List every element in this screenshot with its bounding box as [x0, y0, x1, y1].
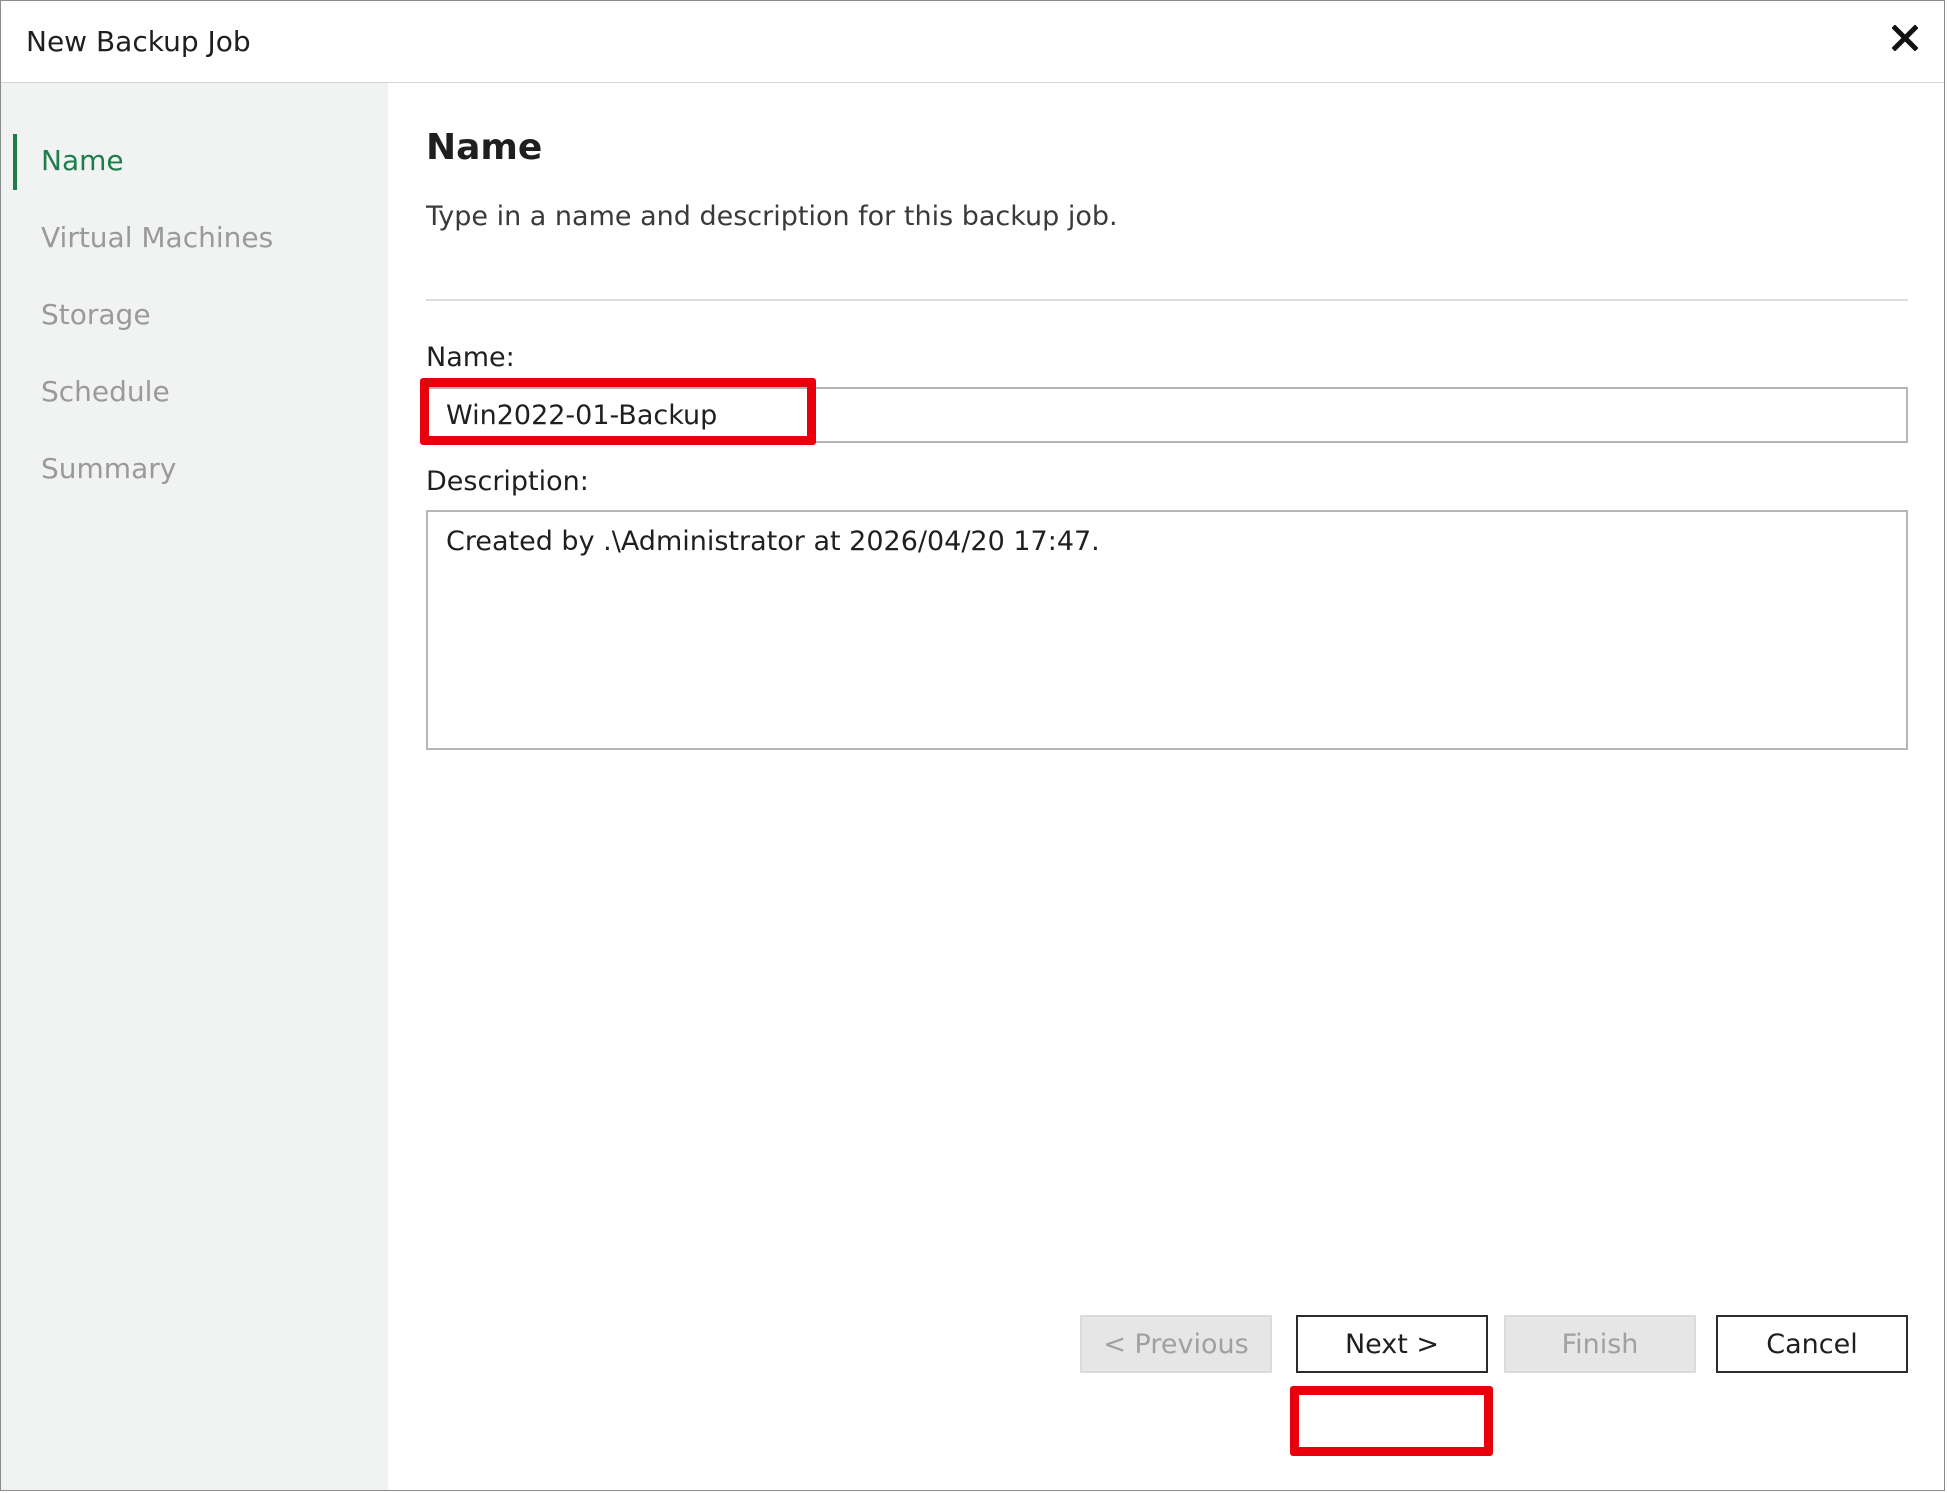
sidebar-item-storage[interactable]: Storage: [13, 288, 383, 346]
page-description: Type in a name and description for this …: [426, 201, 1118, 232]
finish-button[interactable]: Finish: [1504, 1315, 1696, 1373]
sidebar-item-label: Virtual Machines: [41, 221, 274, 254]
previous-button[interactable]: < Previous: [1080, 1315, 1272, 1373]
title-bar: New Backup Job: [1, 1, 1944, 83]
active-step-indicator: [13, 134, 17, 190]
name-input[interactable]: [426, 387, 1908, 443]
name-field-label: Name:: [426, 342, 515, 373]
sidebar-item-summary[interactable]: Summary: [13, 442, 383, 500]
sidebar-item-label: Schedule: [41, 375, 170, 408]
description-field-label: Description:: [426, 466, 589, 497]
close-button[interactable]: [1882, 15, 1928, 61]
close-icon: [1892, 25, 1918, 51]
sidebar-item-name[interactable]: Name: [13, 134, 383, 192]
divider: [426, 299, 1908, 301]
sidebar-item-virtual-machines[interactable]: Virtual Machines: [13, 211, 383, 269]
description-textarea[interactable]: Created by .\Administrator at 2026/04/20…: [426, 510, 1908, 750]
dialog-title: New Backup Job: [26, 25, 251, 58]
sidebar-item-schedule[interactable]: Schedule: [13, 365, 383, 423]
sidebar-item-label: Storage: [41, 298, 151, 331]
next-button[interactable]: Next >: [1296, 1315, 1488, 1373]
main-content: Name Type in a name and description for …: [388, 83, 1944, 1490]
cancel-button[interactable]: Cancel: [1716, 1315, 1908, 1373]
page-title: Name: [426, 127, 543, 168]
sidebar-item-label: Summary: [41, 452, 177, 485]
wizard-steps-sidebar: Name Virtual Machines Storage Schedule S…: [1, 83, 388, 1490]
sidebar-item-label: Name: [41, 144, 124, 177]
new-backup-job-dialog: New Backup Job Name Virtual Machines Sto…: [0, 0, 1945, 1491]
